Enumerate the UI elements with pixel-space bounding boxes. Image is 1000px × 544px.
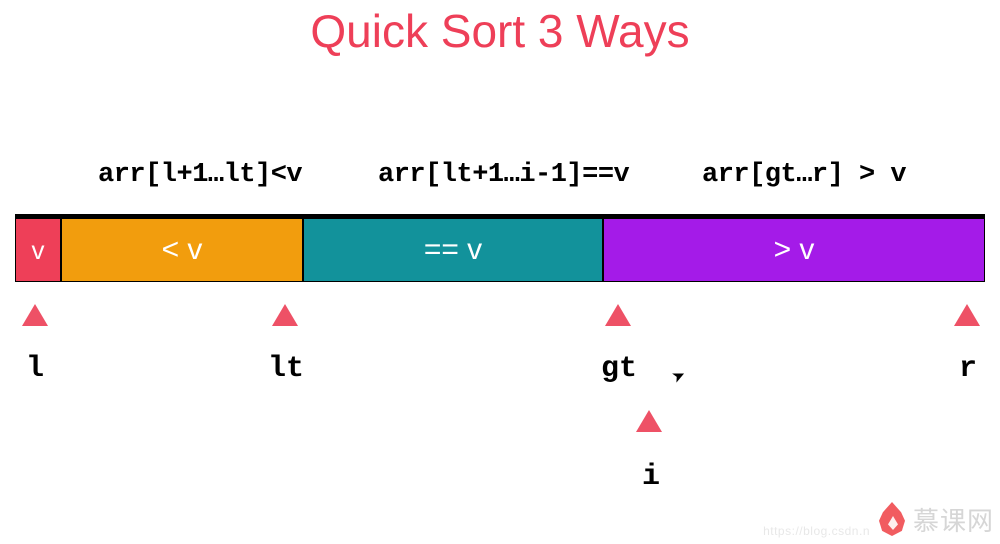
- segment-greater-than: > v: [603, 214, 985, 282]
- segment-less-than: < v: [61, 214, 303, 282]
- formula-eq: arr[lt+1…i-1]==v: [378, 160, 629, 190]
- formula-lt: arr[l+1…lt]<v: [98, 160, 302, 190]
- pointer-lt-label: lt: [268, 352, 304, 386]
- pointer-lt-icon: [272, 304, 298, 326]
- pointer-gt-label: gt: [601, 352, 637, 386]
- pointer-r-label: r: [959, 352, 977, 386]
- mouse-cursor-icon: ➤: [668, 364, 689, 388]
- pointer-l-label: l: [26, 352, 44, 386]
- pointer-gt-icon: [605, 304, 631, 326]
- diagram-title: Quick Sort 3 Ways: [0, 4, 1000, 58]
- formula-gt: arr[gt…r] > v: [702, 160, 906, 190]
- pointer-i-label: i: [642, 460, 660, 494]
- segment-pivot: v: [15, 214, 61, 282]
- pointer-r-icon: [954, 304, 980, 326]
- watermark-url: https://blog.csdn.n: [763, 524, 870, 538]
- pointer-l-icon: [22, 304, 48, 326]
- watermark-text: 慕课网: [913, 501, 994, 538]
- segment-equal: == v: [303, 214, 603, 282]
- pointer-i-icon: [636, 410, 662, 432]
